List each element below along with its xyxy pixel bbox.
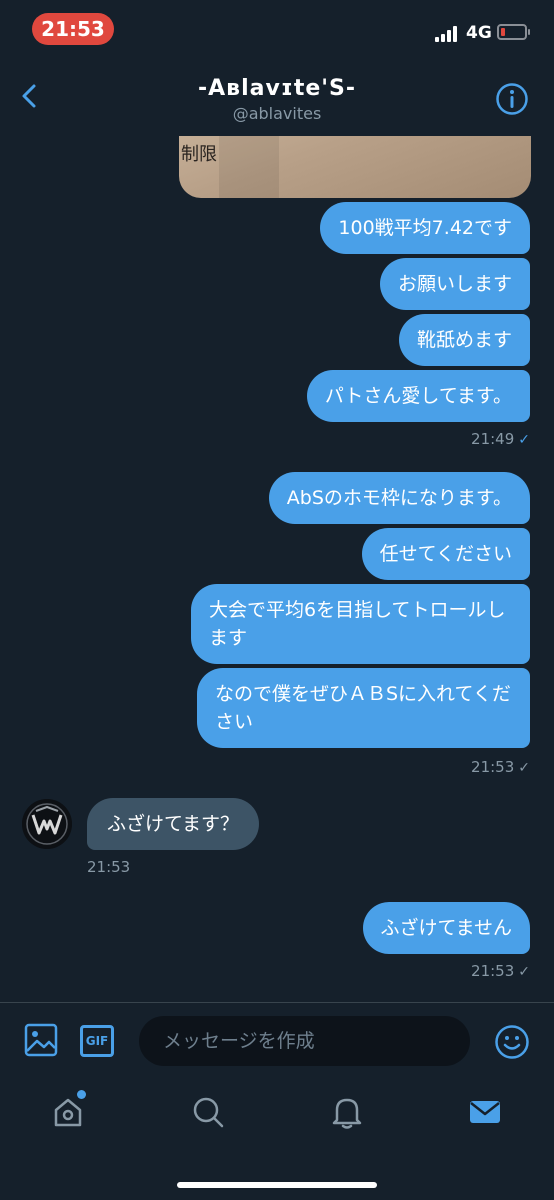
image-message-text: 制限 xyxy=(181,144,217,165)
message-list[interactable]: 制限 100戦平均7.42です お願いします 靴舐めます パトさん愛してます。 … xyxy=(0,136,554,1002)
conversation-header: -Aʙlavɪte'S- @ablavites xyxy=(0,56,554,136)
conversation-title[interactable]: -Aʙlavɪte'S- xyxy=(0,76,554,101)
emoji-icon[interactable] xyxy=(494,1024,530,1060)
message-bubble-out[interactable]: お願いします xyxy=(379,258,530,310)
image-icon[interactable] xyxy=(24,1023,58,1057)
status-bar: 21:53 4G xyxy=(0,0,554,56)
status-time: 21:53 xyxy=(32,13,114,45)
message-timestamp: 21:53 xyxy=(87,858,131,876)
network-type: 4G xyxy=(466,23,492,43)
messages-icon[interactable] xyxy=(467,1094,503,1130)
compose-bar: GIF xyxy=(0,1002,554,1078)
message-bubble-out[interactable]: 靴舐めます xyxy=(398,314,530,366)
message-timestamp: 21:53 ✓ xyxy=(471,962,530,980)
message-timestamp: 21:49 ✓ xyxy=(471,430,530,448)
avatar[interactable] xyxy=(22,799,72,849)
message-timestamp: 21:53 ✓ xyxy=(471,758,530,776)
message-bubble-out[interactable]: AbSのホモ枠になります。 xyxy=(268,472,530,524)
search-icon[interactable] xyxy=(190,1094,226,1130)
sent-check-icon: ✓ xyxy=(518,760,530,776)
home-indicator xyxy=(177,1182,377,1188)
message-input[interactable] xyxy=(139,1016,470,1066)
signal-icon xyxy=(435,26,461,42)
timestamp-text: 21:53 xyxy=(471,758,515,776)
message-bubble-out[interactable]: ふざけてません xyxy=(362,902,530,954)
notifications-icon[interactable] xyxy=(329,1094,365,1130)
message-bubble-in[interactable]: ふざけてます？ xyxy=(87,798,260,850)
sent-check-icon: ✓ xyxy=(518,964,530,980)
message-bubble-out[interactable]: なので僕をぜひＡＢSに入れてください xyxy=(197,668,530,748)
notification-badge-dot xyxy=(77,1090,86,1099)
battery-icon xyxy=(497,24,530,40)
timestamp-text: 21:49 xyxy=(471,430,515,448)
image-message[interactable]: 制限 xyxy=(179,136,531,198)
message-bubble-out[interactable]: 100戦平均7.42です xyxy=(320,202,530,254)
info-icon[interactable] xyxy=(495,82,529,116)
timestamp-text: 21:53 xyxy=(471,962,515,980)
message-bubble-out[interactable]: パトさん愛してます。 xyxy=(306,370,530,422)
message-bubble-out[interactable]: 大会で平均6を目指してトロールします xyxy=(191,584,530,664)
read-check-icon: ✓ xyxy=(518,432,530,448)
gif-icon[interactable]: GIF xyxy=(80,1025,114,1057)
conversation-handle: @ablavites xyxy=(232,104,322,123)
home-icon[interactable] xyxy=(50,1094,86,1130)
message-bubble-out[interactable]: 任せてください xyxy=(361,528,530,580)
